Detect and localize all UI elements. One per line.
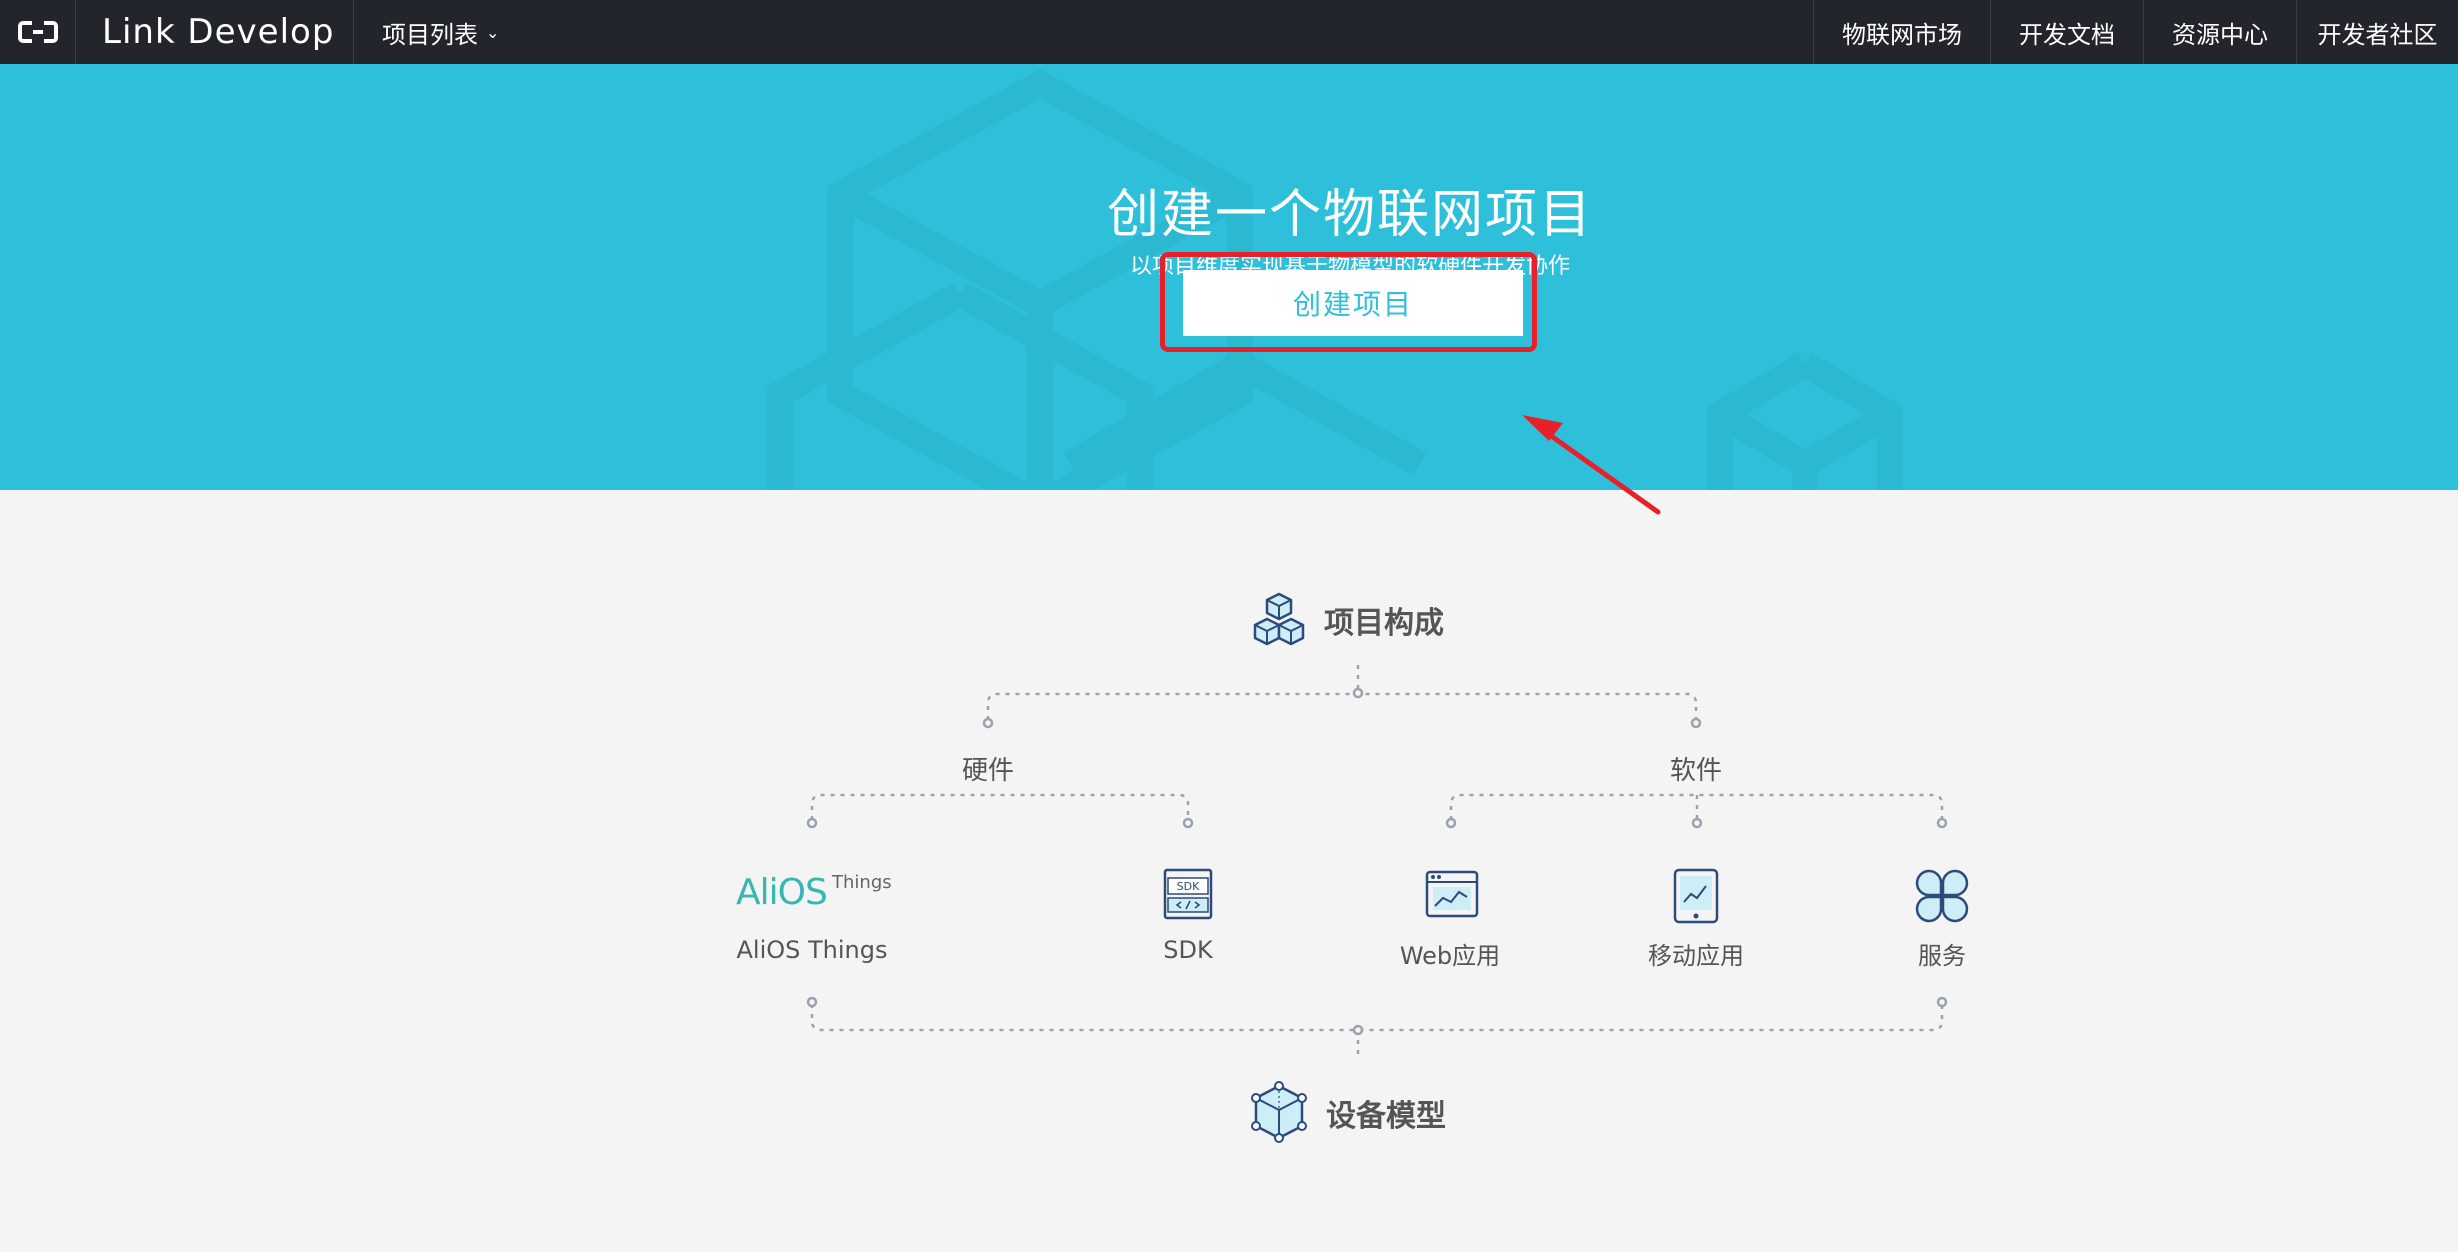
mobile-app-icon [1673,868,1719,928]
service-clover-icon [1914,868,1970,928]
alios-logo-sup: Things [832,872,892,893]
composition-title-text: 项目构成 [1324,606,1444,641]
item-alios-things[interactable]: AliOS Things [682,936,942,964]
composition-connector-lines [806,665,1948,1060]
alios-things-logo-icon: AliOS Things [736,872,896,916]
item-web-app[interactable]: Web应用 [1320,936,1580,971]
composition-title: 项目构成 [1248,590,1444,650]
item-service[interactable]: 服务 [1812,936,2072,971]
item-sdk[interactable]: SDK [1058,936,1318,964]
sdk-icon-text: SDK [1177,880,1200,893]
device-model-title: 设备模型 [1248,1080,1446,1146]
alios-logo-text: AliOS [736,872,828,913]
hardware-label: 硬件 [961,756,1014,786]
device-model-title-text: 设备模型 [1326,1099,1446,1134]
cubes-icon [1253,592,1305,646]
sdk-icon: SDK [1163,868,1213,924]
web-app-icon [1425,870,1479,922]
software-label: 软件 [1669,756,1722,786]
item-mobile-app[interactable]: 移动应用 [1566,936,1826,971]
device-model-cube-icon [1251,1081,1307,1143]
